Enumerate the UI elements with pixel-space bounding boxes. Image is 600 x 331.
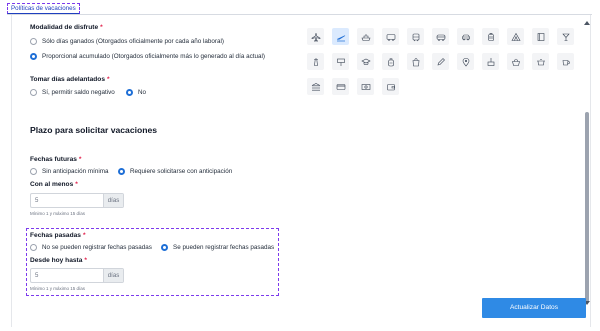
lighthouse-icon[interactable] — [307, 53, 324, 70]
card-icon[interactable] — [332, 78, 349, 95]
desde-hoy-hasta-input[interactable]: 5 — [31, 269, 103, 282]
map-pin-icon[interactable] — [457, 53, 474, 70]
bank-icon[interactable] — [307, 78, 324, 95]
days-unit-addon: días — [103, 269, 123, 282]
con-al-menos-input[interactable]: 5 — [31, 194, 103, 207]
shopping-bag-icon[interactable] — [407, 53, 424, 70]
option-label: No — [138, 89, 147, 96]
con-al-menos-label: Con al menos * — [30, 181, 78, 188]
modalidad-label: Modalidad de disfrute * — [30, 24, 103, 31]
coffee-icon[interactable] — [557, 53, 574, 70]
futuras-label: Fechas futuras * — [30, 156, 82, 163]
pencil-icon[interactable] — [432, 53, 449, 70]
futuras-option-sin-anticipacion[interactable]: Sin anticipación mínima — [30, 168, 109, 175]
option-label: Sí, permitir saldo negativo — [42, 89, 115, 96]
radio-button[interactable] — [30, 89, 37, 96]
radio-button-selected[interactable] — [118, 168, 125, 175]
radio-button-selected[interactable] — [30, 53, 37, 60]
cocktail-icon[interactable] — [557, 28, 574, 45]
tab-politicas-vacaciones[interactable]: Políticas de vacaciones — [7, 3, 80, 14]
days-unit-addon: días — [103, 194, 123, 207]
adelantados-option-no[interactable]: No — [126, 89, 146, 96]
airplane-takeoff-icon[interactable] — [332, 28, 349, 45]
radio-button[interactable] — [30, 38, 37, 45]
car-icon[interactable] — [457, 28, 474, 45]
tram-icon[interactable] — [407, 28, 424, 45]
luggage-icon[interactable] — [482, 28, 499, 45]
vertical-scrollbar[interactable] — [583, 15, 591, 327]
ship-icon[interactable] — [357, 28, 374, 45]
update-data-button[interactable]: Actualizar Datos — [482, 298, 586, 318]
wallet-icon[interactable] — [382, 78, 399, 95]
train-icon[interactable] — [432, 28, 449, 45]
tent-icon[interactable] — [507, 28, 524, 45]
option-label: Se pueden registrar fechas pasadas — [173, 244, 275, 251]
radio-button-selected[interactable] — [126, 89, 133, 96]
modalidad-option-proporcional[interactable]: Proporcional acumulado (Otorgados oficia… — [30, 53, 265, 60]
option-label: Sólo días ganados (Otorgados oficialment… — [42, 38, 225, 45]
graduation-cap-icon[interactable] — [357, 53, 374, 70]
book-icon[interactable] — [532, 28, 549, 45]
option-label: Proporcional acumulado (Otorgados oficia… — [42, 53, 265, 60]
radio-button[interactable] — [30, 168, 37, 175]
section-title: Plazo para solicitar vacaciones — [30, 125, 158, 135]
option-label: Sin anticipación mínima — [42, 168, 109, 175]
basket-icon[interactable] — [507, 53, 524, 70]
plane-icon[interactable] — [307, 28, 324, 45]
pasadas-label: Fechas pasadas * — [30, 232, 86, 239]
desde-hoy-hasta-input-group: 5 días — [30, 268, 124, 283]
desde-hoy-hasta-hint: Mínimo 1 y máximo 15 días — [30, 286, 86, 291]
page: Políticas de vacaciones Modalidad de dis… — [0, 0, 600, 331]
cake-icon[interactable] — [482, 53, 499, 70]
option-label: No se pueden registrar fechas pasadas — [42, 244, 152, 251]
desde-hoy-hasta-label: Desde hoy hasta * — [30, 257, 87, 264]
con-al-menos-hint: Mínimo 1 y máximo 15 días — [30, 211, 86, 216]
adelantados-option-si[interactable]: Sí, permitir saldo negativo — [30, 89, 115, 96]
scrollbar-thumb[interactable] — [585, 112, 589, 302]
scroll-up-arrow-icon[interactable] — [584, 21, 590, 25]
pasadas-option-no[interactable]: No se pueden registrar fechas pasadas — [30, 244, 152, 251]
pasadas-option-si[interactable]: Se pueden registrar fechas pasadas — [161, 244, 274, 251]
option-label: Requiere solicitarse con anticipación — [130, 168, 233, 175]
radio-button[interactable] — [30, 244, 37, 251]
backpack-icon[interactable] — [382, 53, 399, 70]
radio-button-selected[interactable] — [161, 244, 168, 251]
futuras-option-con-anticipacion[interactable]: Requiere solicitarse con anticipación — [118, 168, 232, 175]
pot-icon[interactable] — [532, 53, 549, 70]
sign-icon[interactable] — [332, 53, 349, 70]
bus-icon[interactable] — [382, 28, 399, 45]
con-al-menos-input-group: 5 días — [30, 193, 124, 208]
adelantados-label: Tomar días adelantados * — [30, 76, 110, 83]
money-icon[interactable] — [357, 78, 374, 95]
modalidad-option-ganados[interactable]: Sólo días ganados (Otorgados oficialment… — [30, 38, 224, 45]
